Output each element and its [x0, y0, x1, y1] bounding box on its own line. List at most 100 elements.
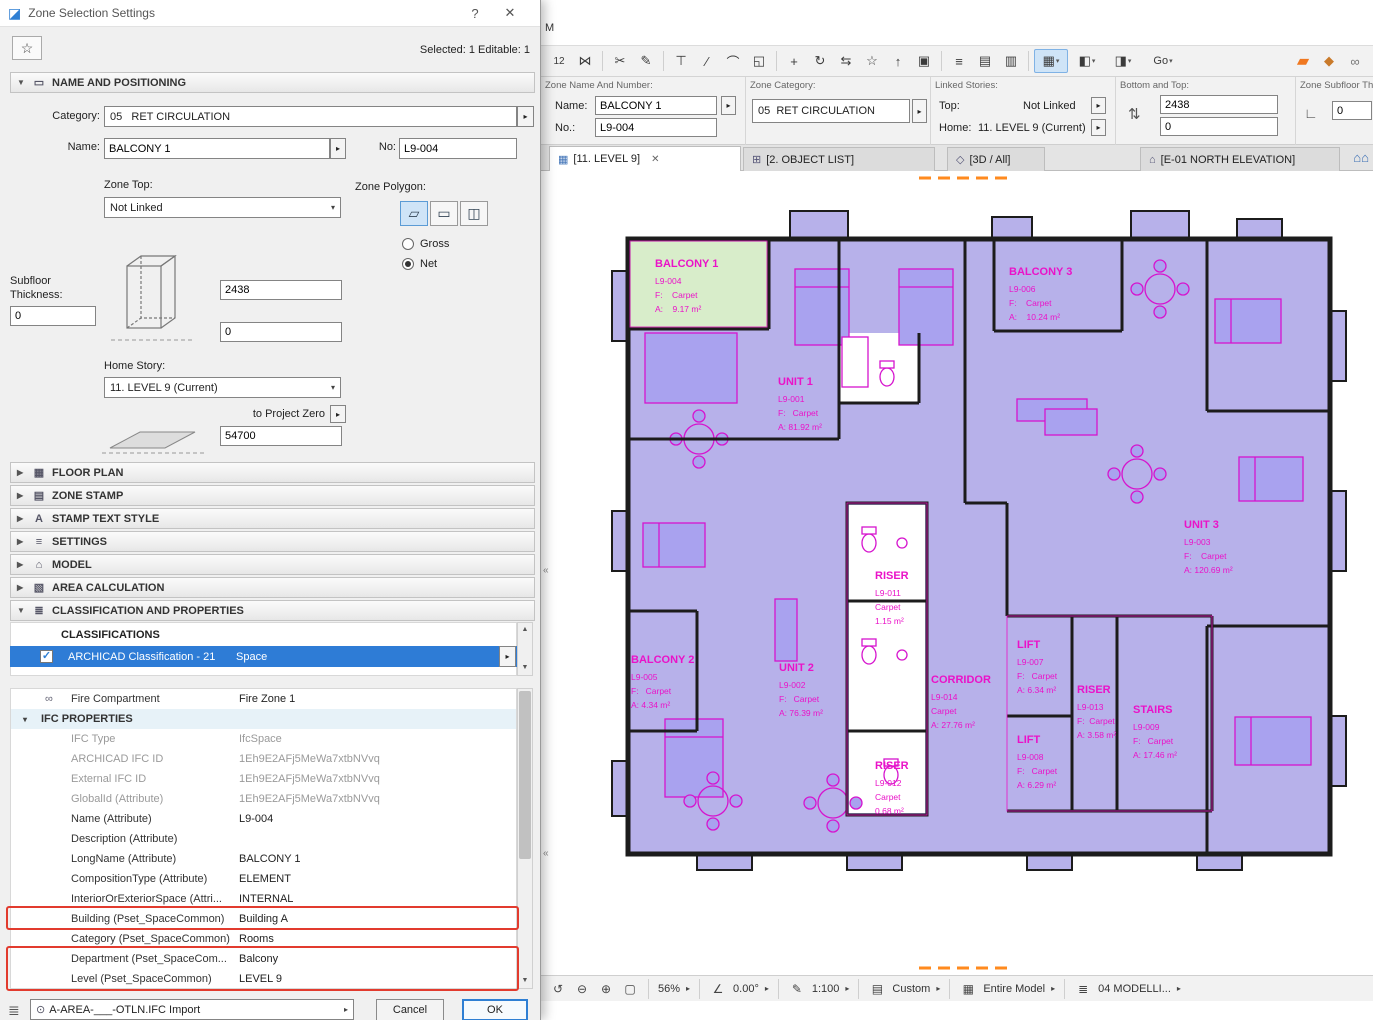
property-row-building[interactable]: Building (Pset_SpaceCommon) Building A	[11, 909, 516, 929]
scroll-down-icon[interactable]: ▼	[518, 974, 532, 988]
zoom-flyout-icon[interactable]: ▸	[686, 984, 690, 993]
single-pane-icon[interactable]: ▦▾	[1034, 49, 1068, 73]
scale-icon[interactable]: ✎	[788, 982, 806, 996]
property-row-level[interactable]: Level (Pset_SpaceCommon) LEVEL 9	[11, 969, 516, 989]
gross-radio[interactable]	[402, 238, 414, 250]
pen-set-value[interactable]: 04 MODELLI...	[1098, 983, 1171, 995]
ok-button[interactable]: OK	[462, 999, 528, 1020]
multiply-icon[interactable]: ▣	[912, 49, 936, 73]
hyperlink-icon[interactable]: ∞	[1343, 49, 1367, 73]
layer-flyout-icon[interactable]: ▸	[936, 984, 940, 993]
selected-zone-balcony1[interactable]	[630, 241, 767, 327]
fillet-icon[interactable]: ⌒	[721, 49, 745, 73]
property-row-external-ifc-id[interactable]: External IFC ID 1Eh9E2AFj5MeWa7xtbNVvq	[11, 769, 516, 789]
zone-number-input[interactable]	[399, 138, 517, 159]
section-floor-plan[interactable]: ▶ ▦ FLOOR PLAN	[10, 462, 535, 483]
orientation-icon[interactable]: ∠	[709, 982, 727, 996]
properties-scrollbar[interactable]: ▼	[517, 688, 533, 989]
zone-polygon-manual-button[interactable]: ▭	[430, 201, 458, 226]
resize-icon[interactable]: ◱	[747, 49, 771, 73]
pen-set-icon[interactable]: ≣	[1074, 982, 1092, 996]
property-row-ifc-type[interactable]: IFC Type IfcSpace	[11, 729, 516, 749]
project-zero-input[interactable]	[220, 426, 342, 446]
rotation-flyout-icon[interactable]: ▸	[765, 984, 769, 993]
layers-icon[interactable]: ▤	[973, 49, 997, 73]
help-button[interactable]: ?	[461, 6, 489, 21]
property-row-name-attribute[interactable]: Name (Attribute) L9-004	[11, 809, 516, 829]
rotate-icon[interactable]: ↻	[808, 49, 832, 73]
section-zone-stamp[interactable]: ▶ ▤ ZONE STAMP	[10, 485, 535, 506]
classification-checkbox[interactable]: ✓	[40, 650, 53, 663]
property-row-globalid[interactable]: GlobalId (Attribute) 1Eh9E2AFj5MeWa7xtbN…	[11, 789, 516, 809]
property-row-interior-exterior[interactable]: InteriorOrExteriorSpace (Attri... INTERN…	[11, 889, 516, 909]
buildings-icon[interactable]: ⌂⌂	[1353, 150, 1369, 165]
home-story-dropdown[interactable]: 11. LEVEL 9 (Current) ▾	[104, 377, 341, 398]
favorites-star-icon[interactable]: ☆	[860, 49, 884, 73]
floorplan-drawing[interactable]: BALCONY 1 L9-004 F: Carpet A: 9.17 m² BA…	[547, 171, 1373, 975]
net-radio[interactable]	[402, 258, 414, 270]
top-value[interactable]: Not Linked	[1023, 100, 1076, 112]
zone-top-dropdown[interactable]: Not Linked ▾	[104, 197, 341, 218]
publisher-icon[interactable]: ▰	[1291, 49, 1315, 73]
section-classification-properties[interactable]: ▼ ≣ CLASSIFICATION AND PROPERTIES	[10, 600, 535, 621]
renumber-icon[interactable]: 12	[547, 49, 571, 73]
trim-icon[interactable]: ⊤	[669, 49, 693, 73]
zone-name-input[interactable]	[104, 138, 330, 159]
adjust-icon[interactable]: ⋈	[573, 49, 597, 73]
property-row-fire-compartment[interactable]: ∞ Fire Compartment Fire Zone 1	[11, 689, 516, 709]
elevate-icon[interactable]: ↑	[886, 49, 910, 73]
top-flyout-button[interactable]: ▸	[1091, 97, 1106, 114]
name-flyout-button[interactable]: ▸	[721, 96, 736, 115]
scrollbar-thumb[interactable]	[519, 691, 531, 859]
property-row-compositiontype[interactable]: CompositionType (Attribute) ELEMENT	[11, 869, 516, 889]
zone-top-offset-input[interactable]	[220, 280, 342, 300]
filter-flyout-icon[interactable]: ▸	[1051, 984, 1055, 993]
close-dialog-button[interactable]: ✕	[496, 5, 524, 21]
property-row-longname[interactable]: LongName (Attribute) BALCONY 1	[11, 849, 516, 869]
tab-object-list[interactable]: ⊞ [2. OBJECT LIST]	[743, 147, 935, 171]
section-stamp-text-style[interactable]: ▶ A STAMP TEXT STYLE	[10, 508, 535, 529]
split-icon[interactable]: ∕	[695, 49, 719, 73]
dialog-titlebar[interactable]: ◪ Zone Selection Settings ? ✕	[0, 0, 540, 27]
zone-bottom-offset-input[interactable]	[220, 322, 342, 342]
close-tab-icon[interactable]: ✕	[651, 154, 659, 165]
cancel-button[interactable]: Cancel	[376, 999, 444, 1020]
import-source-combo[interactable]: ⊙ A-AREA-___-OTLN.IFC Import ▸	[30, 999, 354, 1020]
zone-polygon-reference-button[interactable]: ◫	[460, 201, 488, 226]
category-flyout-button[interactable]: ▸	[912, 99, 927, 123]
subfloor-thickness-input[interactable]	[1332, 101, 1372, 120]
project-zero-flyout-button[interactable]: ▸	[330, 405, 346, 423]
section-area-calculation[interactable]: ▶ ▧ AREA CALCULATION	[10, 577, 535, 598]
section-settings[interactable]: ▶ ≡ SETTINGS	[10, 531, 535, 552]
mirror-icon[interactable]: ⇆	[834, 49, 858, 73]
property-row-archicad-ifc-id[interactable]: ARCHICAD IFC ID 1Eh9E2AFj5MeWa7xtbNVvq	[11, 749, 516, 769]
move-icon[interactable]: +	[782, 49, 806, 73]
home-value[interactable]: 11. LEVEL 9 (Current)	[978, 122, 1086, 134]
floor-plan-canvas[interactable]: « «	[541, 171, 1373, 975]
rotation-value[interactable]: 0.00°	[733, 983, 759, 995]
close-pane-icon[interactable]: ◨▾	[1106, 49, 1140, 73]
model-cube-icon[interactable]: ◆	[1317, 49, 1341, 73]
duplicate-pane-icon[interactable]: ◧▾	[1070, 49, 1104, 73]
property-row-department[interactable]: Department (Pset_SpaceCom... Balcony	[11, 949, 516, 969]
zoom-box-icon[interactable]: ▢	[621, 982, 639, 996]
scroll-up-icon[interactable]: ▲	[518, 623, 532, 637]
favorites-button[interactable]: ☆	[12, 36, 42, 60]
zone-number-input[interactable]	[595, 118, 717, 137]
property-row-category[interactable]: Category (Pset_SpaceCommon) Rooms	[11, 929, 516, 949]
property-row-description[interactable]: Description (Attribute)	[11, 829, 516, 849]
align-icon[interactable]: ≡	[947, 49, 971, 73]
zoom-previous-icon[interactable]: ↺	[549, 982, 567, 996]
scroll-down-icon[interactable]: ▼	[518, 661, 532, 675]
tab-level-9[interactable]: ▦ [11. LEVEL 9] ✕	[549, 146, 741, 171]
scissors-icon[interactable]: ✂	[608, 49, 632, 73]
go-button[interactable]: Go▾	[1142, 49, 1184, 73]
subfloor-thickness-input[interactable]	[10, 306, 96, 326]
scale-flyout-icon[interactable]: ▸	[845, 984, 849, 993]
tab-north-elevation[interactable]: ⌂ [E-01 NORTH ELEVATION]	[1140, 147, 1340, 171]
zone-category-combo[interactable]: 05 RET CIRCULATION	[752, 99, 910, 123]
classification-flyout-button[interactable]: ▸	[499, 646, 516, 667]
scale-value[interactable]: 1:100	[812, 983, 840, 995]
zoom-in-icon[interactable]: ⊕	[597, 982, 615, 996]
zoom-out-icon[interactable]: ⊖	[573, 982, 591, 996]
